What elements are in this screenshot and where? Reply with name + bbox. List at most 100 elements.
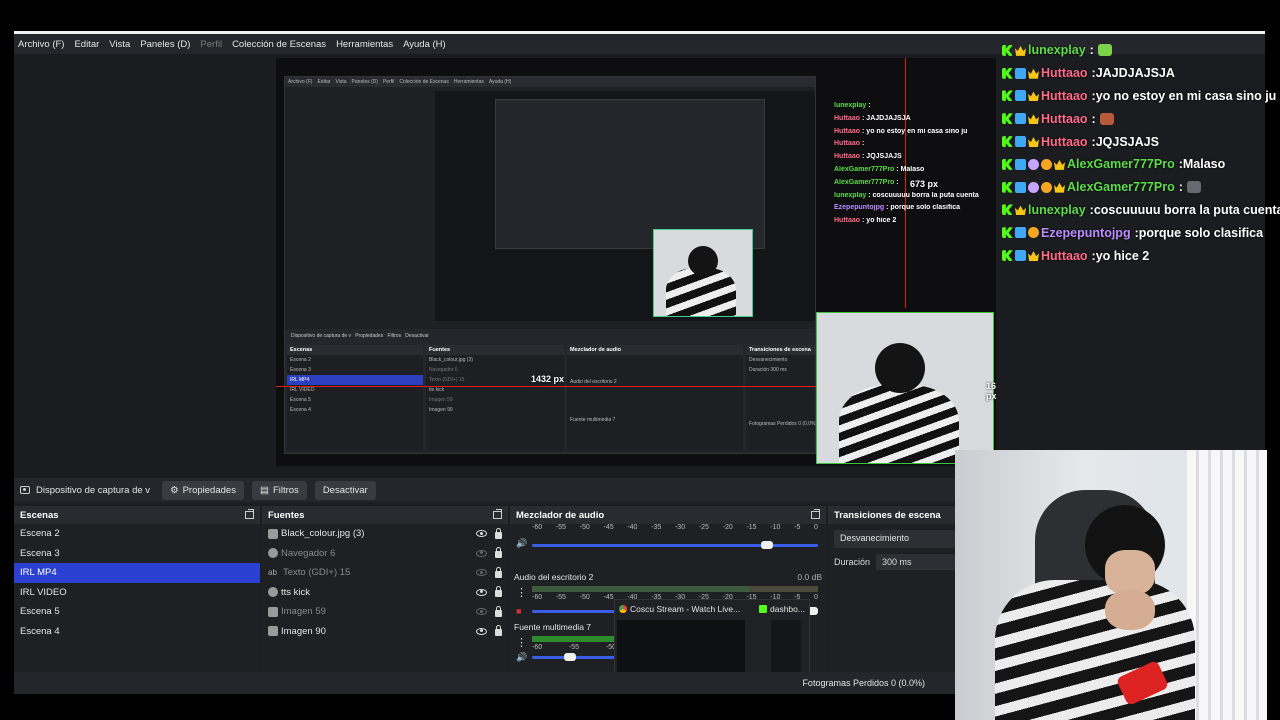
chat-text: yo no estoy en mi casa sino ju: [1095, 88, 1277, 103]
properties-button[interactable]: ⚙ Propiedades: [162, 480, 244, 500]
menu-vista[interactable]: Vista: [109, 39, 130, 50]
volume-slider[interactable]: [532, 541, 818, 549]
kick-badge-icon: [1002, 136, 1013, 148]
chat-username: Huttaao: [1041, 248, 1088, 263]
chat-username: Huttaao: [1041, 111, 1088, 126]
gift-badge-icon: [1041, 158, 1052, 170]
lock-icon[interactable]: [495, 625, 502, 637]
speaker-icon[interactable]: 🔊: [516, 538, 527, 549]
chat-message: lunexplay:: [1002, 39, 1280, 62]
audio-mixer-header: Mezclador de audio: [510, 506, 826, 524]
kebab-menu-icon[interactable]: ⋮: [516, 586, 527, 599]
crown-badge-icon: [1028, 91, 1039, 102]
source-item[interactable]: ab Texto (GDI+) 15: [262, 563, 508, 583]
sub-badge-icon: [1015, 67, 1026, 79]
chrome-icon: [619, 605, 627, 613]
scene-item[interactable]: IRL VIDEO: [14, 583, 260, 603]
eye-icon[interactable]: [476, 627, 487, 635]
menu-coleccion-escenas[interactable]: Colección de Escenas: [232, 39, 326, 50]
preview-canvas[interactable]: Archivo (F) Editar Vista Paneles (D) Perfil C…: [276, 58, 996, 466]
filters-button[interactable]: ▤ Filtros: [251, 480, 307, 500]
menu-archivo[interactable]: Archivo (F): [18, 39, 64, 50]
inner-source-toolbar: Dispositivo de captura de v Propiedades …: [291, 333, 429, 339]
chat-separator: :: [1089, 43, 1094, 58]
chat-message: Huttaao: JQJSJAJS: [1002, 130, 1280, 153]
volume-knob[interactable]: [563, 653, 576, 661]
sources-dock: Fuentes Black_colour.jpg (3) Navegador 6…: [262, 506, 508, 694]
lock-icon[interactable]: [495, 527, 502, 539]
speaker-icon[interactable]: 🔊: [516, 652, 527, 663]
menu-paneles[interactable]: Paneles (D): [140, 39, 190, 50]
text-icon: ab: [268, 567, 277, 577]
menu-perfil[interactable]: Perfil: [200, 39, 222, 50]
emote-icon: [1097, 44, 1112, 57]
volume-slider[interactable]: [532, 653, 616, 661]
chat-message: Ezepepuntojpg: porque solo clasifica: [1002, 221, 1280, 244]
menu-herramientas[interactable]: Herramientas: [336, 39, 393, 50]
inner-deep-capture: [495, 99, 765, 249]
level-meter: [532, 586, 818, 592]
lock-icon[interactable]: [495, 566, 502, 578]
source-item[interactable]: Black_colour.jpg (3): [262, 524, 508, 544]
db-scale: -60 -55 -50: [532, 644, 616, 651]
chat-username: Huttaao: [1041, 88, 1088, 103]
scene-item[interactable]: Escena 4: [14, 622, 260, 642]
source-item[interactable]: Navegador 6: [262, 544, 508, 564]
mixer-channel: -60 -55 -50 -45 -40 -35 -30 -25 -20 -15 -10 -5 0 🔊: [510, 524, 826, 570]
menu-editar[interactable]: Editar: [74, 39, 99, 50]
duration-input[interactable]: 300 ms: [876, 554, 957, 570]
chat-overlay: lunexplay: Huttaao: JAJDJAJSJA Huttaao: y…: [1002, 39, 1280, 267]
gift-badge-icon: [1028, 227, 1039, 239]
scene-item[interactable]: Escena 3: [14, 544, 260, 564]
inner-mixer: Mezclador de audio Audio del escritorio …: [567, 345, 743, 451]
chat-separator: :: [1178, 180, 1183, 195]
streamer-sweater: [995, 580, 1195, 720]
kebab-menu-icon[interactable]: ⋮: [516, 636, 527, 649]
browser-tab: Coscu Stream - Watch Live...: [619, 602, 740, 616]
eye-hidden-icon[interactable]: [476, 608, 487, 616]
lock-icon[interactable]: [495, 547, 502, 559]
lock-icon[interactable]: [495, 605, 502, 617]
scene-item[interactable]: Escena 2: [14, 524, 260, 544]
popout-icon[interactable]: [493, 509, 502, 519]
crown-badge-icon: [1028, 114, 1039, 125]
image-icon: [268, 626, 278, 637]
scene-item[interactable]: Escena 5: [14, 602, 260, 622]
inner-sources: Fuentes Black_colour.jpg (3) Navegador 6…: [426, 345, 564, 451]
chat-text: JAJDJAJSJA: [1095, 66, 1175, 81]
kick-badge-icon: [1002, 250, 1013, 262]
sub-badge-icon: [1015, 90, 1026, 102]
kick-icon: [759, 605, 767, 613]
chat-message: AlexGamer777Pro:: [1002, 176, 1280, 199]
eye-hidden-icon[interactable]: [476, 569, 487, 577]
webcam-source-selected[interactable]: [816, 312, 994, 464]
scene-item-selected[interactable]: IRL MP4: [14, 563, 260, 583]
muted-speaker-icon[interactable]: ■: [516, 606, 521, 616]
chat-username: AlexGamer777Pro: [1067, 180, 1175, 195]
lock-icon[interactable]: [495, 586, 502, 598]
eye-icon[interactable]: [476, 530, 487, 538]
source-item[interactable]: Imagen 90: [262, 622, 508, 642]
gift-badge-icon: [1041, 181, 1052, 193]
source-item[interactable]: tts kick: [262, 583, 508, 603]
chat-username: Huttaao: [1041, 66, 1088, 81]
kick-badge-icon: [1002, 204, 1013, 216]
eye-icon[interactable]: [476, 588, 487, 596]
webcam-feed: [955, 450, 1267, 720]
sub-badge-icon: [1015, 227, 1026, 239]
level-meter: [532, 636, 616, 642]
chat-text: porque solo clasifica: [1138, 225, 1264, 240]
deactivate-button[interactable]: Desactivar: [314, 480, 376, 500]
volume-knob[interactable]: [760, 541, 773, 549]
browser-tab: dashbo...: [759, 602, 805, 616]
chat-separator: :: [1091, 111, 1096, 126]
chat-message: Huttaao:: [1002, 107, 1280, 130]
popout-icon[interactable]: [811, 509, 820, 519]
menu-ayuda[interactable]: Ayuda (H): [403, 39, 446, 50]
source-name-label: Dispositivo de captura de v: [20, 485, 150, 496]
source-item[interactable]: Imagen 59: [262, 602, 508, 622]
camera-icon: [20, 486, 30, 494]
eye-hidden-icon[interactable]: [476, 549, 487, 557]
db-scale: -60 -55 -50 -45 -40 -35 -30 -25 -20 -15 -10 -5 0: [532, 524, 818, 531]
popout-icon[interactable]: [245, 509, 254, 519]
